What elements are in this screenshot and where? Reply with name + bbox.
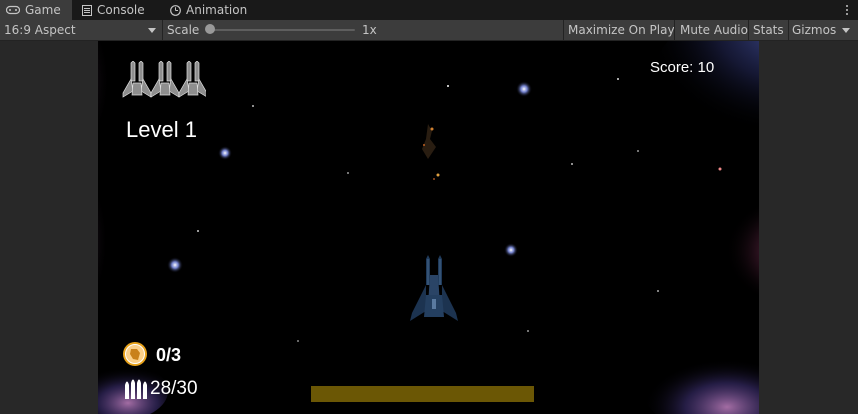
- gamepad-icon: [6, 5, 20, 15]
- gizmos-button[interactable]: Gizmos: [792, 20, 836, 40]
- mute-audio-button[interactable]: Mute Audio: [680, 20, 748, 40]
- tab-game-label: Game: [25, 3, 61, 17]
- toolbar-divider: [563, 20, 564, 40]
- game-view-toolbar: 16:9 Aspect Scale 1x Maximize On Play Mu…: [0, 20, 858, 41]
- game-viewport[interactable]: Score: 10 Level 1 0/3 28/30: [98, 41, 759, 414]
- gizmos-dropdown-chevron-icon[interactable]: [842, 28, 850, 33]
- chevron-down-icon: [148, 28, 156, 33]
- scale-slider-track[interactable]: [210, 29, 355, 31]
- tab-console-label: Console: [97, 3, 145, 17]
- scale-slider-thumb[interactable]: [205, 24, 215, 34]
- animation-clock-icon: [170, 4, 181, 16]
- ammo-bullets-icon: [125, 379, 147, 399]
- coins-counter: 0/3: [156, 345, 182, 365]
- level-text: Level 1: [126, 117, 197, 142]
- toolbar-divider: [674, 20, 675, 40]
- tab-animation-label: Animation: [186, 3, 248, 17]
- aspect-dropdown-label: 16:9 Aspect: [4, 23, 76, 37]
- lives-indicator: [122, 61, 206, 98]
- aspect-dropdown[interactable]: 16:9 Aspect: [4, 20, 160, 40]
- toolbar-divider: [748, 20, 749, 40]
- maximize-on-play-button[interactable]: Maximize On Play: [568, 20, 675, 40]
- console-icon: [82, 4, 92, 16]
- scale-label: Scale: [167, 23, 200, 37]
- tab-game[interactable]: Game: [0, 0, 72, 20]
- editor-tab-bar: Game Console Animation: [0, 0, 858, 20]
- charge-bar: [311, 386, 534, 402]
- ammo-counter: 28/30: [150, 378, 198, 399]
- tab-console[interactable]: Console: [82, 0, 145, 20]
- coin-icon: [123, 342, 147, 366]
- scale-value: 1x: [362, 23, 377, 37]
- tab-animation[interactable]: Animation: [170, 0, 247, 20]
- toolbar-divider: [162, 20, 163, 40]
- enemy-debris: [422, 124, 440, 180]
- charge-bar-fill: [311, 386, 534, 402]
- stats-button[interactable]: Stats: [753, 20, 784, 40]
- score-text: Score: 10: [650, 59, 715, 76]
- toolbar-divider: [788, 20, 789, 40]
- more-options-icon[interactable]: [842, 2, 852, 18]
- player-spaceship: [410, 255, 458, 321]
